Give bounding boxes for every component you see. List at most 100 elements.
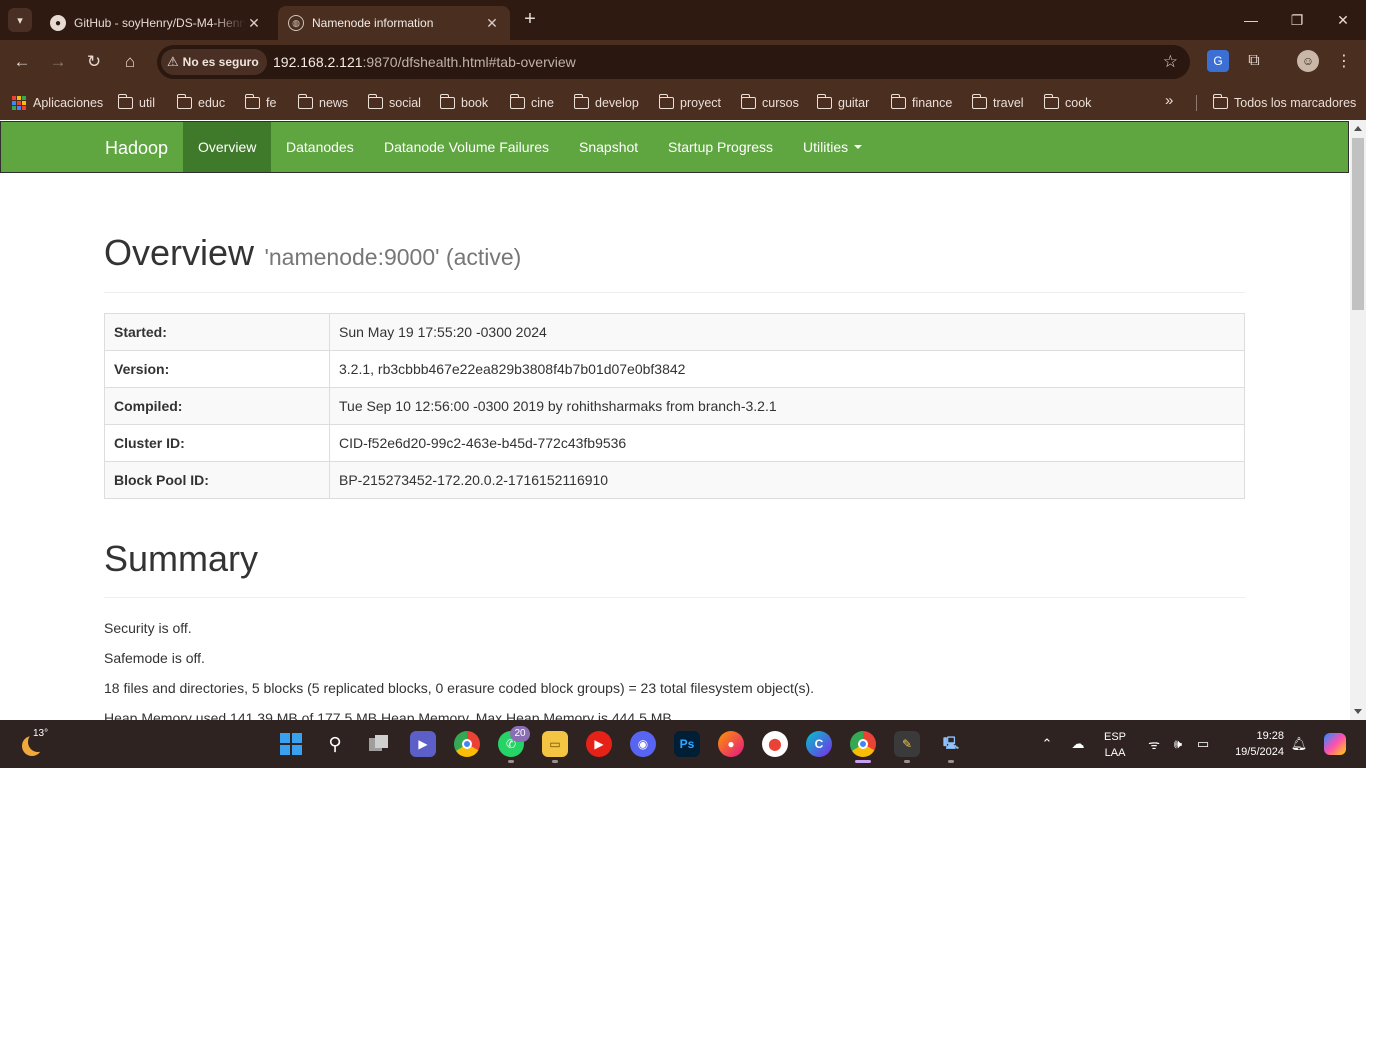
youtube-music-icon[interactable]: ▶ <box>586 731 612 757</box>
scroll-down-icon[interactable] <box>1354 709 1362 714</box>
url-host: 192.168.2.121 <box>273 54 363 70</box>
bookmark-folder[interactable]: develop <box>573 92 639 114</box>
photoshop-icon[interactable]: Ps <box>674 731 700 757</box>
notifications-bell-icon[interactable]: 🔔︎ <box>1288 720 1310 768</box>
new-tab-button[interactable]: + <box>518 8 542 32</box>
running-indicator <box>948 760 954 763</box>
scroll-up-icon[interactable] <box>1354 126 1362 131</box>
nav-utilities[interactable]: Utilities <box>788 122 877 172</box>
info-key: Block Pool ID: <box>104 461 330 499</box>
canva-icon[interactable]: C <box>806 731 832 757</box>
meet-camera-icon[interactable]: ▶ <box>410 731 436 757</box>
url-text[interactable]: 192.168.2.121:9870/dfshealth.html#tab-ov… <box>273 54 576 70</box>
bookmark-label: Aplicaciones <box>33 96 104 110</box>
language-indicator[interactable]: ESP LAA <box>1104 729 1126 761</box>
battery-icon[interactable]: ▭ <box>1192 720 1214 768</box>
more-bookmarks-icon[interactable]: » <box>1165 92 1173 109</box>
info-value: BP-215273452-172.20.0.2-1716152116910 <box>329 461 1245 499</box>
forward-button[interactable]: → <box>44 48 72 76</box>
task-view-icon[interactable] <box>366 731 392 757</box>
nav-overview[interactable]: Overview <box>183 122 272 172</box>
page-scrollbar[interactable] <box>1350 120 1366 720</box>
nav-snapshot[interactable]: Snapshot <box>564 122 653 172</box>
security-chip[interactable]: ⚠ No es seguro <box>161 49 267 75</box>
bookmark-folder[interactable]: travel <box>971 92 1024 114</box>
tab-search-icon[interactable]: ▾ <box>8 8 32 32</box>
bookmark-folder[interactable]: proyect <box>658 92 721 114</box>
close-window-button[interactable]: ✕ <box>1320 0 1366 40</box>
scroll-thumb[interactable] <box>1352 138 1364 310</box>
wifi-icon[interactable]: ᯤ <box>1144 720 1164 768</box>
onedrive-error-icon[interactable]: ☁ <box>1066 720 1090 768</box>
firefox-icon[interactable]: ● <box>718 731 744 757</box>
folder-icon <box>297 94 313 109</box>
discord-icon[interactable]: ◉ <box>630 731 656 757</box>
tab-github[interactable]: ● GitHub - soyHenry/DS-M4-Henry ✕ <box>40 6 272 40</box>
bookmark-folder[interactable]: cook <box>1043 92 1091 114</box>
caret-down-icon <box>854 145 863 149</box>
close-tab-icon[interactable]: ✕ <box>246 15 262 32</box>
close-tab-icon[interactable]: ✕ <box>484 15 500 32</box>
info-key: Compiled: <box>104 387 330 425</box>
screen: ▾ ● GitHub - soyHenry/DS-M4-Henry ✕ ◍ Na… <box>0 0 1380 1042</box>
namenode-info-table: Started: Sun May 19 17:55:20 -0300 2024 V… <box>104 313 1245 499</box>
photoshop-label: Ps <box>679 737 695 751</box>
bookmark-folder[interactable]: fe <box>244 92 276 114</box>
bookmark-folder[interactable]: cursos <box>740 92 799 114</box>
nav-datanodes[interactable]: Datanodes <box>271 122 369 172</box>
divider <box>104 597 1245 598</box>
menu-kebab-icon[interactable]: ⋮ <box>1333 50 1355 72</box>
info-value: Sun May 19 17:55:20 -0300 2024 <box>329 313 1245 351</box>
info-value: CID-f52e6d20-99c2-463e-b45d-772c43fb9536 <box>329 424 1245 462</box>
table-row: Compiled: Tue Sep 10 12:56:00 -0300 2019 … <box>104 387 1245 425</box>
restore-button[interactable]: ❐ <box>1274 0 1320 40</box>
search-icon[interactable]: ⚲ <box>322 731 348 757</box>
file-explorer-icon[interactable]: ▭ <box>542 731 568 757</box>
volume-icon[interactable]: 🕪 <box>1168 720 1188 768</box>
all-bookmarks-folder[interactable]: Todos los marcadores <box>1212 92 1356 114</box>
hadoop-brand[interactable]: Hadoop <box>105 138 168 159</box>
bookmark-folder[interactable]: cine <box>509 92 554 114</box>
extensions-puzzle-icon[interactable]: ⧉ <box>1243 50 1265 72</box>
bookmark-folder[interactable]: finance <box>890 92 952 114</box>
nav-startup-progress[interactable]: Startup Progress <box>653 122 788 172</box>
bookmark-folder[interactable]: util <box>117 92 155 114</box>
bookmark-folder[interactable]: guitar <box>816 92 869 114</box>
back-button[interactable]: ← <box>8 48 36 76</box>
warning-icon: ⚠ <box>167 54 179 69</box>
show-hidden-icons-chevron[interactable]: ⌃ <box>1036 720 1058 768</box>
bookmark-folder[interactable]: news <box>297 92 349 114</box>
tab-strip: ▾ ● GitHub - soyHenry/DS-M4-Henry ✕ ◍ Na… <box>0 0 1366 40</box>
bookmark-label: travel <box>993 96 1024 110</box>
address-bar[interactable]: ⚠ No es seguro 192.168.2.121:9870/dfshea… <box>157 45 1190 79</box>
date: 19/5/2024 <box>1235 746 1284 758</box>
bookmark-folder[interactable]: social <box>367 92 421 114</box>
folder-icon <box>176 94 192 109</box>
bookmark-label: develop <box>595 96 639 110</box>
bookmark-label: util <box>139 96 155 110</box>
google-maps-icon[interactable]: ⬤ <box>762 731 788 757</box>
bookmark-folder[interactable]: educ <box>176 92 225 114</box>
windows-start-icon[interactable] <box>278 731 304 757</box>
nav-datanode-volume-failures[interactable]: Datanode Volume Failures <box>369 122 564 172</box>
tab-namenode[interactable]: ◍ Namenode information ✕ <box>278 6 510 40</box>
editor-icon[interactable]: ✎ <box>894 731 920 757</box>
translate-extension-icon[interactable]: G <box>1207 50 1229 72</box>
chrome-icon[interactable] <box>454 731 480 757</box>
remote-desktop-icon[interactable]: 🖳 <box>938 731 964 757</box>
home-button[interactable]: ⌂ <box>116 48 144 76</box>
language-code: ESP <box>1104 731 1127 743</box>
keyboard-layout: LAA <box>1104 747 1126 759</box>
profile-avatar[interactable]: ☺ <box>1297 50 1319 72</box>
reload-button[interactable]: ↻ <box>80 48 108 76</box>
copilot-icon[interactable] <box>1322 720 1348 768</box>
bookmark-label: news <box>319 96 349 110</box>
summary-title: Summary <box>104 538 259 579</box>
minimize-button[interactable]: — <box>1228 0 1274 40</box>
bookmark-folder[interactable]: book <box>439 92 488 114</box>
bookmark-apps[interactable]: Aplicaciones <box>12 92 103 114</box>
bookmark-star-icon[interactable]: ☆ <box>1163 52 1178 72</box>
clock[interactable]: 19:28 19/5/2024 <box>1222 728 1284 760</box>
chrome-profile-icon[interactable] <box>850 731 876 757</box>
folder-icon <box>367 94 383 109</box>
